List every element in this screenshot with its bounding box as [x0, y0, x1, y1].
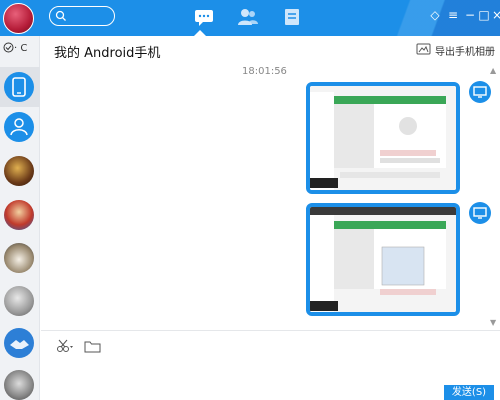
chat-icon[interactable]: [193, 7, 215, 27]
my-phone-contact[interactable]: [4, 72, 34, 102]
title-bar: ◇ ≡ − □ ×: [0, 0, 500, 36]
composer-divider: [41, 330, 500, 331]
contact-avatar-5[interactable]: [4, 328, 34, 358]
phone-icon: [12, 77, 26, 97]
skin-icon[interactable]: ◇: [428, 8, 442, 22]
contact-avatar-3[interactable]: [4, 243, 34, 273]
conversation-sidebar: · C: [0, 36, 40, 400]
contact-avatar-4[interactable]: [4, 286, 34, 316]
check-circle-icon: [3, 42, 14, 53]
close-icon[interactable]: ×: [490, 8, 500, 22]
online-status[interactable]: · C: [3, 42, 27, 54]
scissors-icon[interactable]: [56, 338, 73, 352]
image-message-1[interactable]: [306, 82, 460, 194]
active-tab-indicator: [194, 30, 206, 36]
screenshot-thumbnail: [310, 207, 456, 312]
image-message-2[interactable]: [306, 203, 460, 316]
group-contact[interactable]: [4, 112, 34, 142]
message-timestamp: 18:01:56: [242, 66, 287, 77]
contact-avatar-6[interactable]: [4, 370, 34, 400]
group-icon: [10, 118, 28, 136]
search-icon: [55, 10, 66, 21]
menu-icon[interactable]: ≡: [446, 8, 460, 22]
handshake-icon: [10, 340, 29, 349]
contacts-icon[interactable]: [237, 7, 259, 27]
export-label: 导出手机相册: [435, 47, 495, 58]
scroll-up-arrow[interactable]: ▲: [490, 66, 496, 75]
files-icon[interactable]: [281, 7, 303, 27]
screenshot-thumbnail: [310, 86, 456, 190]
conversation-title: 我的 Android手机: [54, 46, 161, 61]
minimize-icon[interactable]: −: [463, 8, 477, 22]
search-input[interactable]: [49, 6, 115, 26]
computer-icon: [469, 81, 491, 103]
computer-icon: [469, 202, 491, 224]
contact-avatar-1[interactable]: [4, 156, 34, 186]
contact-avatar-2[interactable]: [4, 200, 34, 230]
scroll-down-arrow[interactable]: ▼: [490, 318, 496, 327]
export-icon: [416, 43, 431, 55]
status-label: · C: [14, 43, 28, 54]
folder-icon[interactable]: [84, 338, 101, 353]
user-avatar[interactable]: [3, 3, 34, 34]
maximize-icon[interactable]: □: [477, 8, 491, 22]
send-button[interactable]: 发送(S): [444, 385, 494, 400]
